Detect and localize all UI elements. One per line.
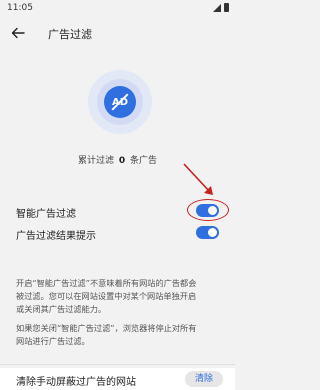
ad-badge-ring: AD: [97, 79, 143, 125]
description-line: 或关闭其广告过滤能力。: [16, 304, 107, 314]
description-line: 被过滤。您可以在网站设置中对某个网站单独开启: [16, 291, 197, 301]
annotation-circle: [187, 199, 229, 221]
ad-filter-badge: AD: [88, 70, 152, 134]
clear-button[interactable]: 清除: [184, 371, 223, 387]
battery-icon: [224, 3, 229, 12]
clear-blocked-sites-row: 清除手动屏蔽过广告的网站 清除: [0, 368, 235, 390]
toggle-knob: [208, 228, 217, 237]
clear-blocked-sites-label: 清除手动屏蔽过广告的网站: [16, 377, 136, 388]
section-divider: [0, 364, 235, 365]
counter-value: 0: [118, 156, 126, 166]
description-paragraph-2: 如果您关闭“智能广告过滤”，浏览器将停止对所有 网站进行广告过滤。: [16, 322, 219, 348]
filter-result-tip-label: 广告过滤结果提示: [16, 231, 96, 242]
description-line: 开启“智能广告过滤”不意味着所有网站的广告都会: [16, 278, 197, 288]
counter-prefix: 累计过滤: [77, 156, 114, 166]
filter-result-tip-toggle[interactable]: [196, 226, 219, 239]
counter-suffix: 条广告: [130, 156, 158, 166]
status-bar: 11:05: [0, 0, 235, 16]
app-bar: 广告过滤: [0, 18, 235, 48]
description-line: 如果您关闭“智能广告过滤”，浏览器将停止对所有: [16, 323, 197, 333]
page-title: 广告过滤: [48, 28, 92, 41]
description-paragraph-1: 开启“智能广告过滤”不意味着所有网站的广告都会 被过滤。您可以在网站设置中对某个…: [16, 277, 219, 316]
description-line: 网站进行广告过滤。: [16, 336, 90, 346]
filter-result-tip-row[interactable]: 广告过滤结果提示: [0, 222, 235, 244]
ad-block-icon: AD: [104, 86, 136, 118]
back-arrow-icon[interactable]: [10, 25, 26, 41]
smart-ad-filter-label: 智能广告过滤: [16, 209, 76, 220]
signal-icon: [213, 3, 221, 12]
status-time: 11:05: [7, 3, 33, 13]
status-icons: [213, 3, 229, 12]
